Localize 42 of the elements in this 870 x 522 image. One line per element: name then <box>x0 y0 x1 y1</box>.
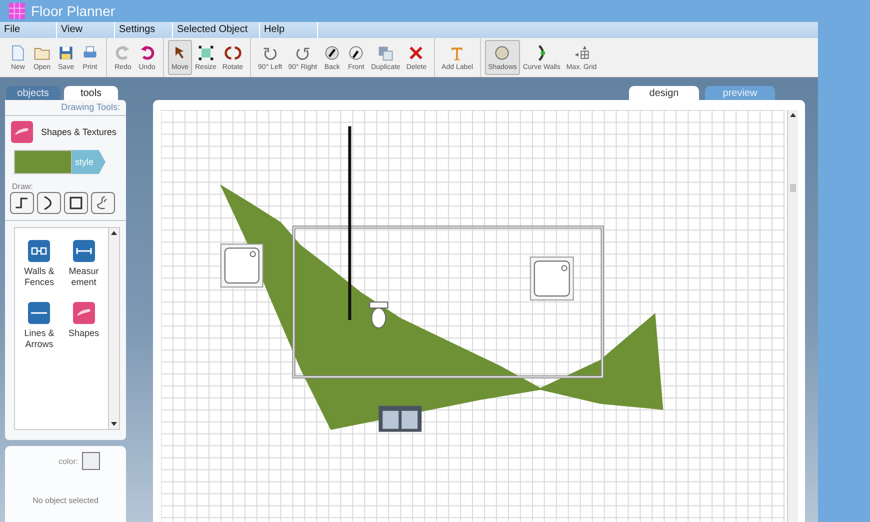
double-sink-drawing <box>378 406 422 432</box>
brush-stroke-icon <box>72 302 95 324</box>
window-title: Floor Planner <box>31 3 116 19</box>
tool-category[interactable]: Shapes <box>62 302 106 364</box>
bring-front-icon <box>347 44 366 62</box>
resize-handles-icon <box>196 44 215 62</box>
fill-swatch[interactable] <box>14 150 72 174</box>
draw-tool-button[interactable] <box>91 192 115 214</box>
color-picker[interactable] <box>82 452 100 470</box>
square-icon <box>67 194 85 212</box>
scrollbar-thumb[interactable] <box>790 184 796 192</box>
undo-arrow-icon <box>138 44 156 62</box>
grid-logo-icon <box>9 3 25 19</box>
section-heading: Drawing Tools: <box>5 100 126 116</box>
status-text: No object selected <box>32 496 98 505</box>
rotate-arrows-icon <box>224 44 242 62</box>
wall-icon <box>28 240 50 262</box>
tool-category[interactable]: Walls & Fences <box>17 240 62 302</box>
panel-tab[interactable]: tools <box>64 86 118 100</box>
draw-tool-button[interactable] <box>37 192 61 214</box>
document-icon <box>9 44 27 62</box>
shower-drawing <box>220 244 264 288</box>
send-back-icon <box>323 44 342 62</box>
redo-arrow-icon <box>114 44 132 62</box>
draw-tool-button[interactable] <box>10 192 34 214</box>
color-label: color: <box>58 456 78 466</box>
ruler-icon <box>72 240 95 262</box>
scrollbar[interactable] <box>108 228 119 429</box>
toilet-drawing <box>369 302 388 328</box>
scrollbar[interactable] <box>787 110 798 522</box>
tool-name: Shapes & Textures <box>41 127 116 137</box>
view-tab[interactable]: design <box>629 86 699 100</box>
draw-label: Draw: <box>11 181 34 192</box>
tool-category[interactable]: Lines & Arrows <box>17 302 62 364</box>
draw-tool-button[interactable] <box>64 192 88 214</box>
grid-arrows-icon <box>572 44 591 62</box>
brush-stroke-icon <box>11 121 33 143</box>
shower-drawing <box>530 256 574 301</box>
circle-button-icon <box>493 44 512 62</box>
duplicate-icon <box>376 44 395 62</box>
tool-category[interactable]: Measurement <box>62 240 106 302</box>
panel-tab[interactable]: objects <box>6 86 60 100</box>
